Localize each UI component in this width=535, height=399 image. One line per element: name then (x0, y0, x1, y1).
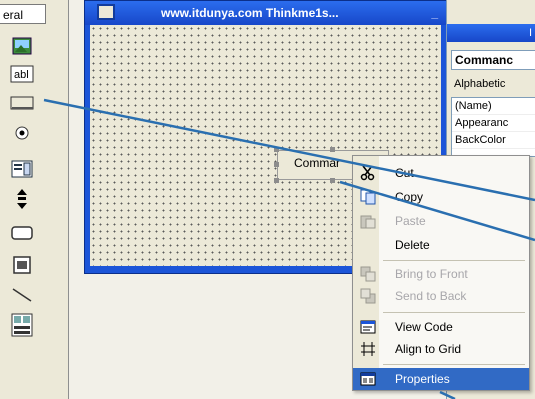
form-title-bar[interactable]: www.itdunya.com Thinkme1s... _ (85, 1, 446, 25)
menu-item-copy[interactable]: Copy (353, 186, 529, 208)
menu-item-cut[interactable]: Cut (353, 162, 529, 184)
svg-text:abl: abl (14, 69, 29, 81)
property-row[interactable]: BackColor (452, 132, 535, 149)
menu-item-bring-to-front[interactable]: Bring to Front (353, 263, 529, 285)
paste-icon (360, 213, 376, 229)
property-row[interactable]: Appearanc (452, 115, 535, 132)
form-title: www.itdunya.com Thinkme1s... (161, 6, 339, 20)
scrollbar-tool-icon[interactable] (10, 188, 34, 210)
command-button-label: Commar (294, 156, 341, 170)
option-button-tool-icon[interactable] (10, 122, 34, 144)
resize-handle[interactable] (274, 162, 279, 167)
listbox-tool-icon[interactable] (10, 158, 34, 180)
resize-handle[interactable] (274, 147, 279, 152)
form-system-icon[interactable] (97, 4, 115, 20)
textbox-tool-icon[interactable]: abl (10, 63, 34, 85)
menu-item-label: View Code (395, 320, 453, 334)
data-control-tool-icon[interactable] (10, 313, 34, 337)
menu-item-delete[interactable]: Delete (353, 234, 529, 256)
menu-item-label: Copy (395, 190, 424, 204)
bring-front-icon (360, 266, 376, 282)
menu-item-label: Cut (395, 166, 414, 180)
image-tool-icon[interactable] (10, 254, 34, 276)
properties-title: I (447, 24, 535, 42)
align-grid-icon (360, 341, 376, 357)
resize-handle[interactable] (330, 178, 335, 183)
menu-item-label: Delete (395, 238, 430, 252)
menu-item-label: Send to Back (395, 289, 467, 303)
resize-handle[interactable] (274, 178, 279, 183)
property-row[interactable]: (Name) (452, 98, 535, 115)
context-menu: Cut Copy Paste Delete Bring to Front Sen… (352, 155, 530, 391)
send-back-icon (360, 288, 376, 304)
menu-item-send-to-back[interactable]: Send to Back (353, 285, 529, 307)
command-button-tool-icon[interactable] (10, 92, 34, 114)
frame-tool-icon[interactable] (10, 222, 34, 244)
toolbox: eral abl (0, 0, 69, 399)
menu-item-label: Align to Grid (395, 342, 462, 356)
copy-icon (360, 189, 376, 205)
menu-separator (383, 364, 525, 365)
properties-icon (360, 371, 376, 387)
menu-item-align-to-grid[interactable]: Align to Grid (353, 338, 529, 360)
menu-item-label: Properties (395, 372, 450, 386)
tab-alphabetic[interactable]: Alphabetic (451, 78, 535, 96)
menu-item-label: Bring to Front (395, 267, 468, 281)
line-tool-icon[interactable] (10, 284, 34, 306)
menu-item-paste[interactable]: Paste (353, 210, 529, 232)
resize-handle[interactable] (330, 147, 335, 152)
minimize-button[interactable]: _ (431, 1, 438, 25)
toolbox-tab-general[interactable]: eral (0, 4, 46, 24)
property-grid: (Name) Appearanc BackColor (451, 97, 535, 157)
object-combo[interactable]: Commanc (451, 50, 535, 70)
menu-separator (383, 260, 525, 261)
menu-item-view-code[interactable]: View Code (353, 316, 529, 338)
menu-separator (383, 312, 525, 313)
menu-item-properties[interactable]: Properties (353, 368, 529, 390)
picturebox-tool-icon[interactable] (10, 35, 34, 57)
scissors-icon (360, 165, 376, 181)
menu-item-label: Paste (395, 214, 426, 228)
view-code-icon (360, 319, 376, 335)
